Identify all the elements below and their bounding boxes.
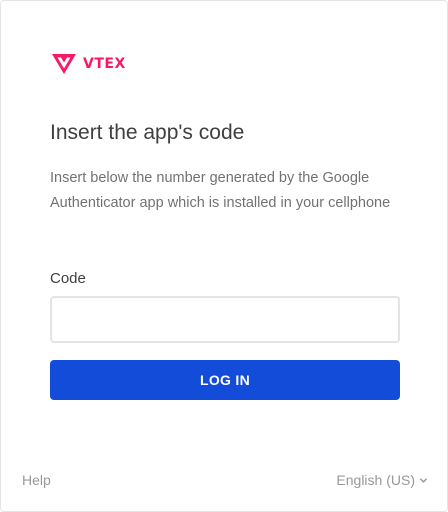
login-button[interactable]: LOG IN (50, 360, 400, 400)
page-title: Insert the app's code (50, 121, 245, 144)
language-label: English (US) (336, 472, 415, 488)
vtex-logo: VTEX (50, 52, 126, 76)
language-selector[interactable]: English (US) (336, 471, 428, 489)
brand-name: VTEX (83, 56, 126, 72)
page-description: Insert below the number generated by the… (50, 170, 391, 211)
chevron-down-icon (420, 477, 427, 483)
help-link[interactable]: Help (22, 471, 51, 489)
vtex-logo-icon (52, 54, 76, 74)
code-label: Code (50, 270, 86, 287)
login-card: VTEX Insert the app's code Insert below … (0, 0, 448, 512)
code-input[interactable] (50, 296, 400, 343)
